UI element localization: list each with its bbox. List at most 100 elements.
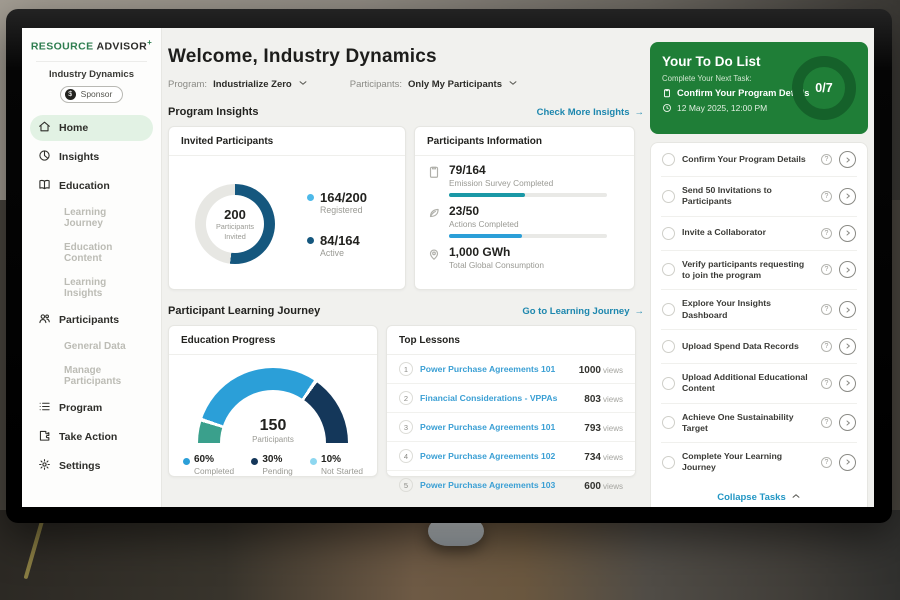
todo-progress-ring: 0/7 [792,56,856,120]
info-icon: ? [821,154,832,165]
lesson-link[interactable]: Power Purchase Agreements 101 [420,422,577,432]
leaf-icon [427,206,441,220]
due-date: 12 May 2025, 12:00 PM [677,103,767,113]
task-row[interactable]: Confirm Your Program Details ? [661,143,857,177]
program-select[interactable]: Program: Industrialize Zero [168,78,308,91]
app-logo: RESOURCE ADVISOR+ [22,38,161,53]
section-title: Program Insights [168,106,258,118]
todo-panel: Your To Do List Complete Your Next Task:… [650,28,868,507]
open-task-button[interactable] [839,225,856,242]
book-icon [38,178,51,194]
check-more-insights-link[interactable]: Check More Insights → [537,107,644,118]
task-row[interactable]: Upload Additional Educational Content ? [661,364,857,404]
divider [36,61,147,62]
sidebar-item-label: Participants [59,314,119,326]
clipboard-icon [427,165,441,179]
card-title: Invited Participants [169,127,405,156]
task-row[interactable]: Upload Spend Data Records ? [661,330,857,364]
collapse-tasks-button[interactable]: Collapse Tasks [661,482,857,507]
logo-advisor: ADVISOR [96,41,147,53]
lesson-link[interactable]: Power Purchase Agreements 103 [420,480,577,490]
participants-value: Only My Participants [408,79,502,90]
lesson-link[interactable]: Power Purchase Agreements 102 [420,451,577,461]
open-task-button[interactable] [839,261,856,278]
sponsor-badge: $ Sponsor [60,86,124,103]
sidebar-item-participants[interactable]: Participants [30,307,153,333]
todo-summary-card: Your To Do List Complete Your Next Task:… [650,42,868,134]
learning-journey-cards: Education Progress 150 Participants 60 [168,325,644,477]
sidebar-item-manage-participants[interactable]: Manage Participants [30,360,153,392]
sidebar-item-label: Learning Journey [64,207,145,229]
task-row[interactable]: Explore Your Insights Dashboard ? [661,290,857,330]
sidebar-item-label: General Data [64,341,126,352]
sidebar-item-label: Take Action [59,431,117,443]
sponsor-label: Sponsor [81,89,113,99]
puzzle-icon [38,429,51,445]
legend-completed: 60% Completed [183,454,234,476]
open-task-button[interactable] [839,454,856,471]
info-icon: ? [821,304,832,315]
legend-not-started: 10% Not Started [310,454,363,476]
task-checkbox[interactable] [662,456,675,469]
logo-plus: + [147,38,152,47]
participants-label: Participants: [350,79,402,90]
participants-select[interactable]: Participants: Only My Participants [350,78,518,91]
sidebar-item-general-data[interactable]: General Data [30,336,153,357]
task-row[interactable]: Complete Your Learning Journey ? [661,443,857,482]
open-task-button[interactable] [839,414,856,431]
lesson-link[interactable]: Financial Considerations - VPPAs [420,393,577,403]
info-icon: ? [821,457,832,468]
open-task-button[interactable] [839,338,856,355]
dashboard-screen: RESOURCE ADVISOR+ Industry Dynamics $ Sp… [22,28,874,507]
sidebar-item-education[interactable]: Education [30,173,153,199]
rank-badge: 4 [399,449,413,463]
task-checkbox[interactable] [662,153,675,166]
sidebar-item-home[interactable]: Home [30,115,153,141]
home-icon [38,120,51,136]
task-checkbox[interactable] [662,263,675,276]
task-checkbox[interactable] [662,416,675,429]
sidebar-item-learning-journey[interactable]: Learning Journey [30,202,153,234]
clock-icon [662,103,672,113]
page-title: Welcome, Industry Dynamics [168,46,644,68]
sidebar-item-label: Insights [59,151,99,163]
go-to-learning-journey-link[interactable]: Go to Learning Journey → [522,306,644,317]
open-task-button[interactable] [839,375,856,392]
sidebar-item-learning-insights[interactable]: Learning Insights [30,272,153,304]
task-checkbox[interactable] [662,340,675,353]
monitor-frame: RESOURCE ADVISOR+ Industry Dynamics $ Sp… [6,9,892,523]
lesson-link[interactable]: Power Purchase Agreements 101 [420,364,572,374]
education-gauge-chart: 150 Participants [198,368,348,444]
open-task-button[interactable] [839,301,856,318]
task-row[interactable]: Send 50 Invitations to Participants ? [661,177,857,217]
task-checkbox[interactable] [662,303,675,316]
filters-bar: Program: Industrialize Zero Participants… [168,78,644,91]
task-row[interactable]: Invite a Collaborator ? [661,217,857,251]
lesson-row: 4 Power Purchase Agreements 102 734views [387,442,635,471]
pin-icon [427,247,441,261]
lesson-row: 3 Power Purchase Agreements 101 793views [387,413,635,442]
card-title: Top Lessons [387,326,635,355]
info-icon: ? [821,228,832,239]
task-checkbox[interactable] [662,377,675,390]
task-row[interactable]: Achieve One Sustainability Target ? [661,404,857,444]
sidebar-item-insights[interactable]: Insights [30,144,153,170]
sidebar-item-education-content[interactable]: Education Content [30,237,153,269]
sidebar-item-settings[interactable]: Settings [30,453,153,479]
sidebar-item-program[interactable]: Program [30,395,153,421]
task-checkbox[interactable] [662,190,675,203]
arrow-right-icon: → [635,107,645,118]
task-list: Confirm Your Program Details ? Send 50 I… [650,142,868,507]
card-title: Education Progress [169,326,377,355]
education-progress-card: Education Progress 150 Participants 60 [168,325,378,477]
open-task-button[interactable] [839,151,856,168]
sidebar-item-take-action[interactable]: Take Action [30,424,153,450]
program-value: Industrialize Zero [213,79,292,90]
gauge-center-value: 150 [198,417,348,435]
open-task-button[interactable] [839,188,856,205]
lesson-row: 5 Power Purchase Agreements 103 600views [387,471,635,499]
lesson-row: 2 Financial Considerations - VPPAs 803vi… [387,384,635,413]
task-checkbox[interactable] [662,227,675,240]
task-row[interactable]: Verify participants requesting to join t… [661,251,857,291]
todo-progress-value: 0/7 [815,81,832,95]
